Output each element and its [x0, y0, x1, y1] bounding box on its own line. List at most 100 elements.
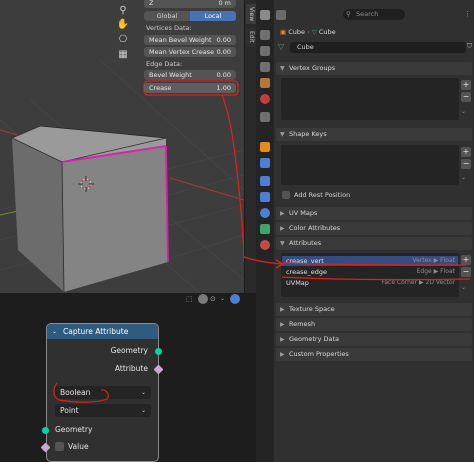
search-placeholder: Search [356, 10, 379, 18]
crease-label: Crease [149, 84, 172, 92]
breadcrumb-mesh[interactable]: Cube [319, 28, 336, 36]
crease-field[interactable]: Crease 1.00 [144, 83, 236, 93]
world-tab-icon[interactable] [260, 94, 270, 104]
physics-tab-icon[interactable] [260, 192, 270, 202]
value-checkbox[interactable] [55, 442, 64, 451]
fake-user-shield-icon[interactable]: ⛉ [467, 42, 473, 53]
constraints-tab-icon[interactable] [260, 208, 270, 218]
tab-edit[interactable]: Edit [246, 28, 256, 46]
chevron-down-icon[interactable]: ⌄ [220, 295, 225, 302]
magnifier-icon[interactable]: ⚲ [116, 4, 130, 18]
sidebar-tabs: View Edit [244, 0, 256, 293]
chevron-right-icon: ▶ [280, 351, 285, 358]
chevron-down-icon: ▼ [280, 131, 285, 138]
capture-attribute-node[interactable]: ⌄ Capture Attribute Geometry Attribute B… [46, 323, 159, 462]
tool-tab-icon[interactable] [260, 10, 270, 20]
section-uv-maps[interactable]: ▶ UV Maps [276, 207, 472, 220]
global-toggle-button[interactable]: Global [144, 11, 190, 21]
overlays-icon[interactable] [230, 294, 240, 304]
mesh-data-tab-icon[interactable] [260, 224, 270, 234]
output-tab-icon[interactable] [260, 46, 270, 56]
chevron-down-icon: ▼ [280, 240, 285, 247]
section-shape-keys[interactable]: ▼ Shape Keys [276, 128, 472, 141]
mean-vertex-crease-field[interactable]: Mean Vertex Crease 0.00 [144, 47, 236, 57]
snapping-icon[interactable]: ⊙ [210, 295, 216, 303]
chevron-down-icon: ⌄ [140, 407, 146, 414]
node-header[interactable]: ⌄ Capture Attribute [47, 324, 158, 339]
local-toggle-button[interactable]: Local [190, 11, 236, 21]
modifier-tab-icon[interactable] [260, 158, 270, 168]
editor-type-icon[interactable] [276, 10, 286, 20]
section-vertex-groups[interactable]: ▼ Vertex Groups [276, 62, 472, 75]
input-value-label: Value [68, 442, 89, 451]
search-icon: ⚲ [346, 10, 351, 18]
particles-tab-icon[interactable] [260, 176, 270, 186]
collapse-chevron-icon[interactable]: ⌄ [52, 324, 57, 339]
mesh-name-field[interactable]: Cube [290, 42, 466, 53]
properties-tab-bar [256, 0, 274, 462]
annotation-attributes [281, 262, 471, 281]
scene-tab-icon[interactable] [260, 78, 270, 88]
remesh-label: Remesh [289, 320, 316, 328]
crease-value: 1.00 [216, 84, 231, 92]
chevron-right-icon: ▶ [280, 210, 285, 217]
cube-front-face [62, 146, 168, 292]
texture-space-label: Texture Space [289, 305, 335, 313]
mean-bevel-weight-label: Mean Bevel Weight [149, 36, 212, 44]
cube-left-face [12, 138, 64, 292]
space-toggle: Global Local [144, 11, 236, 21]
mean-bevel-weight-field[interactable]: Mean Bevel Weight 0.00 [144, 35, 236, 45]
remove-vertex-group-button[interactable]: − [461, 92, 471, 102]
object-icon: ▣ [280, 28, 287, 36]
input-geometry-socket[interactable] [42, 427, 49, 434]
breadcrumb-object[interactable]: Cube [288, 28, 305, 36]
vertex-groups-menu-icon[interactable]: ⌄ [461, 108, 471, 115]
vertex-groups-list[interactable] [281, 78, 459, 120]
bevel-weight-label: Bevel Weight [149, 71, 192, 79]
node-title: Capture Attribute [63, 327, 129, 336]
3d-viewport[interactable]: ⚲ ✋ ⎔ ▦ Z 0 m Global Local Vertices Data… [0, 0, 244, 293]
chevron-right-icon: ▶ [280, 225, 285, 232]
tab-view[interactable]: View [246, 4, 256, 24]
remove-shape-key-button[interactable]: − [461, 159, 471, 169]
custom-properties-label: Custom Properties [289, 350, 349, 358]
shading-sphere-icon[interactable] [198, 294, 208, 304]
camera-icon[interactable]: ⎔ [116, 33, 130, 47]
add-shape-key-button[interactable]: + [461, 147, 471, 157]
attributes-label: Attributes [289, 239, 322, 247]
add-rest-position-checkbox[interactable] [282, 191, 290, 199]
bevel-weight-field[interactable]: Bevel Weight 0.00 [144, 70, 236, 80]
node-editor[interactable]: ⬚ ⊙ ⌄ ⌄ Capture Attribute Geometry Attri… [0, 293, 244, 462]
mean-bevel-weight-value: 0.00 [216, 36, 231, 44]
hand-pan-icon[interactable]: ✋ [116, 18, 130, 32]
z-location-field[interactable]: Z 0 m [144, 0, 236, 8]
z-value: 0 m [218, 0, 231, 7]
material-tab-icon[interactable] [260, 240, 270, 250]
shape-keys-menu-icon[interactable]: ⌄ [461, 174, 471, 181]
mesh-icon: ▽ [311, 28, 317, 36]
annotation-arrowhead [243, 256, 285, 269]
section-texture-space[interactable]: ▶ Texture Space [276, 303, 472, 316]
section-color-attributes[interactable]: ▶ Color Attributes [276, 222, 472, 235]
vertex-groups-label: Vertex Groups [289, 64, 336, 72]
grid-view-icon[interactable]: ▦ [116, 48, 130, 62]
section-custom-properties[interactable]: ▶ Custom Properties [276, 348, 472, 361]
color-attributes-label: Color Attributes [289, 224, 341, 232]
render-tab-icon[interactable] [260, 30, 270, 40]
search-input[interactable]: ⚲ Search [343, 9, 405, 20]
mesh-data-icon[interactable]: ▽ [278, 42, 288, 52]
chevron-down-icon: ▼ [280, 65, 285, 72]
options-icon[interactable]: ⋮ [464, 10, 472, 18]
object-tab-icon[interactable] [260, 142, 270, 152]
view-layer-tab-icon[interactable] [260, 62, 270, 72]
section-remesh[interactable]: ▶ Remesh [276, 318, 472, 331]
overlay-toggle-icon[interactable]: ⬚ [186, 295, 193, 303]
shape-keys-list[interactable] [281, 145, 459, 185]
section-geometry-data[interactable]: ▶ Geometry Data [276, 333, 472, 346]
mean-vertex-crease-label: Mean Vertex Crease [149, 48, 215, 56]
section-attributes[interactable]: ▼ Attributes [276, 237, 472, 250]
add-vertex-group-button[interactable]: + [461, 80, 471, 90]
collection-tab-icon[interactable] [260, 112, 270, 122]
output-geometry-socket[interactable] [155, 348, 162, 355]
output-geometry-label: Geometry [110, 346, 148, 355]
